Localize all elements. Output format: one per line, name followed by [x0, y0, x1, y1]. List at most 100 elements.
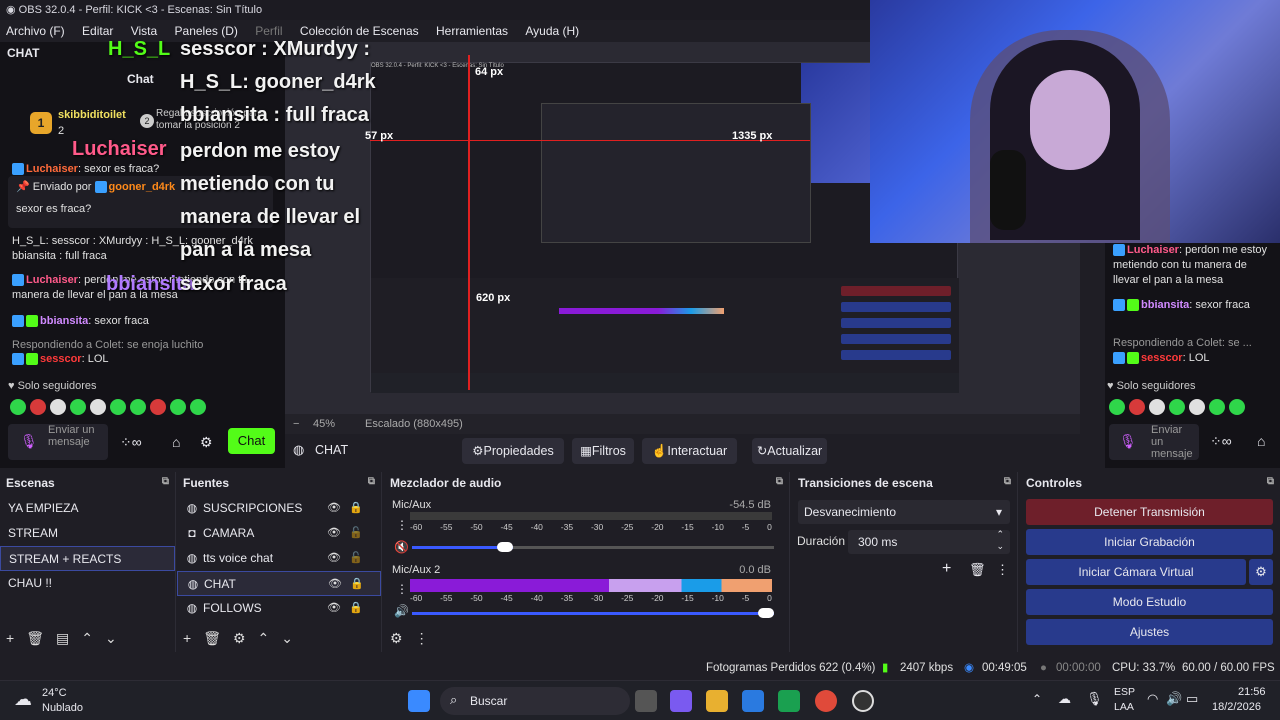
- channel-1-menu-icon[interactable]: ⋮: [396, 518, 408, 532]
- muted-speaker-icon[interactable]: 🔇: [394, 540, 409, 554]
- interact-button[interactable]: ☝Interactuar: [642, 438, 737, 464]
- menu-ayuda[interactable]: Ayuda (H): [525, 24, 579, 38]
- task-view-icon[interactable]: [635, 690, 657, 712]
- mic-icon[interactable]: 🎙: [20, 433, 38, 450]
- chat-send-button[interactable]: Chat: [228, 428, 275, 454]
- source-item[interactable]: ◍ tts voice chat 👁 🔓: [177, 546, 381, 571]
- scene-item[interactable]: YA EMPIEZA: [0, 496, 175, 521]
- tray-chevron-icon[interactable]: ⌃: [1032, 692, 1042, 706]
- start-recording-button[interactable]: Iniciar Grabación: [1026, 529, 1273, 555]
- menu-archivo[interactable]: Archivo (F): [6, 24, 65, 38]
- menu-perfil[interactable]: Perfil: [255, 24, 282, 38]
- eye-icon[interactable]: 👁: [327, 496, 341, 521]
- source-item[interactable]: ◘ CAMARA 👁 🔓: [177, 521, 381, 546]
- menu-paneles[interactable]: Paneles (D): [175, 24, 238, 38]
- add-icon[interactable]: +: [942, 560, 951, 578]
- eye-icon[interactable]: 👁: [327, 546, 341, 571]
- speaker-icon[interactable]: 🔊: [394, 604, 409, 618]
- duration-input[interactable]: 300 ms ⌃ ⌄: [848, 529, 1010, 554]
- add-icon[interactable]: +: [183, 630, 191, 646]
- stop-streaming-button[interactable]: Detener Transmisión: [1026, 499, 1273, 525]
- refresh-button[interactable]: ↻Actualizar: [752, 438, 827, 464]
- transition-select[interactable]: Desvanecimiento ▾: [798, 500, 1010, 524]
- channel-2-menu-icon[interactable]: ⋮: [396, 582, 408, 596]
- clock-date[interactable]: 18/2/2026: [1212, 701, 1261, 713]
- source-item-selected[interactable]: ◍ CHAT 👁 🔒: [177, 571, 381, 596]
- volume-slider-handle[interactable]: [497, 542, 514, 552]
- menu-coleccion[interactable]: Colección de Escenas: [300, 24, 419, 38]
- scene-item[interactable]: CHAU !!: [0, 571, 175, 596]
- popout-icon[interactable]: ⧉: [1004, 476, 1011, 487]
- weather-cloud-icon[interactable]: ☁: [14, 689, 32, 710]
- channel-2-volume-track[interactable]: [412, 608, 774, 618]
- microphone-tray-icon[interactable]: 🎙: [1086, 691, 1103, 707]
- obs-taskbar-icon[interactable]: [852, 690, 874, 712]
- clock-time[interactable]: 21:56: [1238, 686, 1266, 698]
- rchat-store-icon[interactable]: ⌂: [1257, 433, 1265, 449]
- popout-icon[interactable]: ⧉: [1267, 476, 1274, 487]
- menu-herramientas[interactable]: Herramientas: [436, 24, 508, 38]
- trash-icon[interactable]: 🗑: [26, 630, 44, 646]
- eye-icon[interactable]: 👁: [327, 521, 341, 546]
- trash-icon[interactable]: 🗑: [203, 630, 221, 646]
- down-icon[interactable]: ⌄: [281, 630, 293, 646]
- source-item[interactable]: ◍ FOLLOWS 👁 🔒: [177, 596, 381, 621]
- language-2[interactable]: LAA: [1114, 701, 1134, 713]
- menu-vista[interactable]: Vista: [131, 24, 157, 38]
- cloud-tray-icon[interactable]: ☁: [1058, 691, 1071, 707]
- popout-icon[interactable]: ⧉: [776, 476, 783, 487]
- weather-desc[interactable]: Nublado: [42, 702, 83, 714]
- copilot-icon[interactable]: [670, 690, 692, 712]
- store-icon[interactable]: ⌂: [172, 434, 180, 450]
- menu-dots-icon[interactable]: ⋮: [996, 562, 1009, 578]
- up-icon[interactable]: ⌃: [81, 630, 93, 646]
- mic-icon[interactable]: 🎙: [1119, 433, 1137, 450]
- rchat-send-input[interactable]: 🎙 Enviar un mensaje: [1109, 424, 1199, 460]
- channel-1-volume-track[interactable]: [412, 542, 774, 552]
- spreadsheet-app-icon[interactable]: [778, 690, 800, 712]
- wifi-icon[interactable]: ◠: [1147, 691, 1158, 707]
- lock-icon[interactable]: 🔒: [349, 496, 363, 521]
- chrome-icon[interactable]: [815, 690, 837, 712]
- send-message-input[interactable]: 🎙 Enviar un mensaje: [8, 424, 108, 460]
- lock-icon[interactable]: 🔒: [350, 572, 364, 597]
- scene-item[interactable]: STREAM: [0, 521, 175, 546]
- windows-start-icon[interactable]: [408, 690, 430, 712]
- trash-icon[interactable]: 🗑: [969, 562, 986, 578]
- studio-mode-button[interactable]: Modo Estudio: [1026, 589, 1273, 615]
- unlock-icon[interactable]: 🔓: [349, 521, 363, 546]
- volume-slider-handle[interactable]: [758, 608, 774, 618]
- file-explorer-icon[interactable]: [706, 690, 728, 712]
- store-app-icon[interactable]: [742, 690, 764, 712]
- scene-item-selected[interactable]: STREAM + REACTS: [0, 546, 175, 571]
- virtual-cam-settings-icon[interactable]: ⚙: [1249, 559, 1273, 585]
- weather-temp[interactable]: 24°C: [42, 687, 67, 699]
- battery-icon[interactable]: ▭: [1186, 691, 1198, 707]
- lock-icon[interactable]: 🔒: [349, 596, 363, 621]
- volume-icon[interactable]: 🔊: [1166, 691, 1182, 707]
- up-icon[interactable]: ⌃: [258, 630, 270, 646]
- filter-icon[interactable]: ▤: [56, 630, 69, 646]
- gear-icon[interactable]: ⚙: [233, 630, 246, 646]
- filters-button[interactable]: ▦Filtros: [572, 438, 634, 464]
- chat-tab[interactable]: Chat: [127, 72, 154, 86]
- taskbar-search[interactable]: ⌕ Buscar: [440, 687, 630, 715]
- popout-icon[interactable]: ⧉: [162, 476, 169, 487]
- add-icon[interactable]: +: [6, 630, 14, 646]
- zoom-out-icon[interactable]: −: [293, 414, 299, 434]
- down-icon[interactable]: ⌄: [105, 630, 117, 646]
- unlock-icon[interactable]: 🔓: [349, 546, 363, 571]
- eye-icon[interactable]: 👁: [328, 572, 342, 597]
- popout-icon[interactable]: ⧉: [368, 476, 375, 487]
- start-virtual-camera-button[interactable]: Iniciar Cámara Virtual: [1026, 559, 1246, 585]
- menu-editar[interactable]: Editar: [82, 24, 113, 38]
- menu-dots-icon[interactable]: ⋮: [415, 630, 429, 646]
- settings-button[interactable]: Ajustes: [1026, 619, 1273, 645]
- source-item[interactable]: ◍ SUSCRIPCIONES 👁 🔒: [177, 496, 381, 521]
- eye-icon[interactable]: 👁: [327, 596, 341, 621]
- rchat-emote-picker-icon[interactable]: ⁘∞: [1210, 433, 1232, 450]
- properties-button[interactable]: ⚙Propiedades: [462, 438, 564, 464]
- gear-icon[interactable]: ⚙: [200, 434, 213, 451]
- language-1[interactable]: ESP: [1114, 686, 1135, 698]
- audio-settings-icon[interactable]: ⚙: [390, 630, 403, 646]
